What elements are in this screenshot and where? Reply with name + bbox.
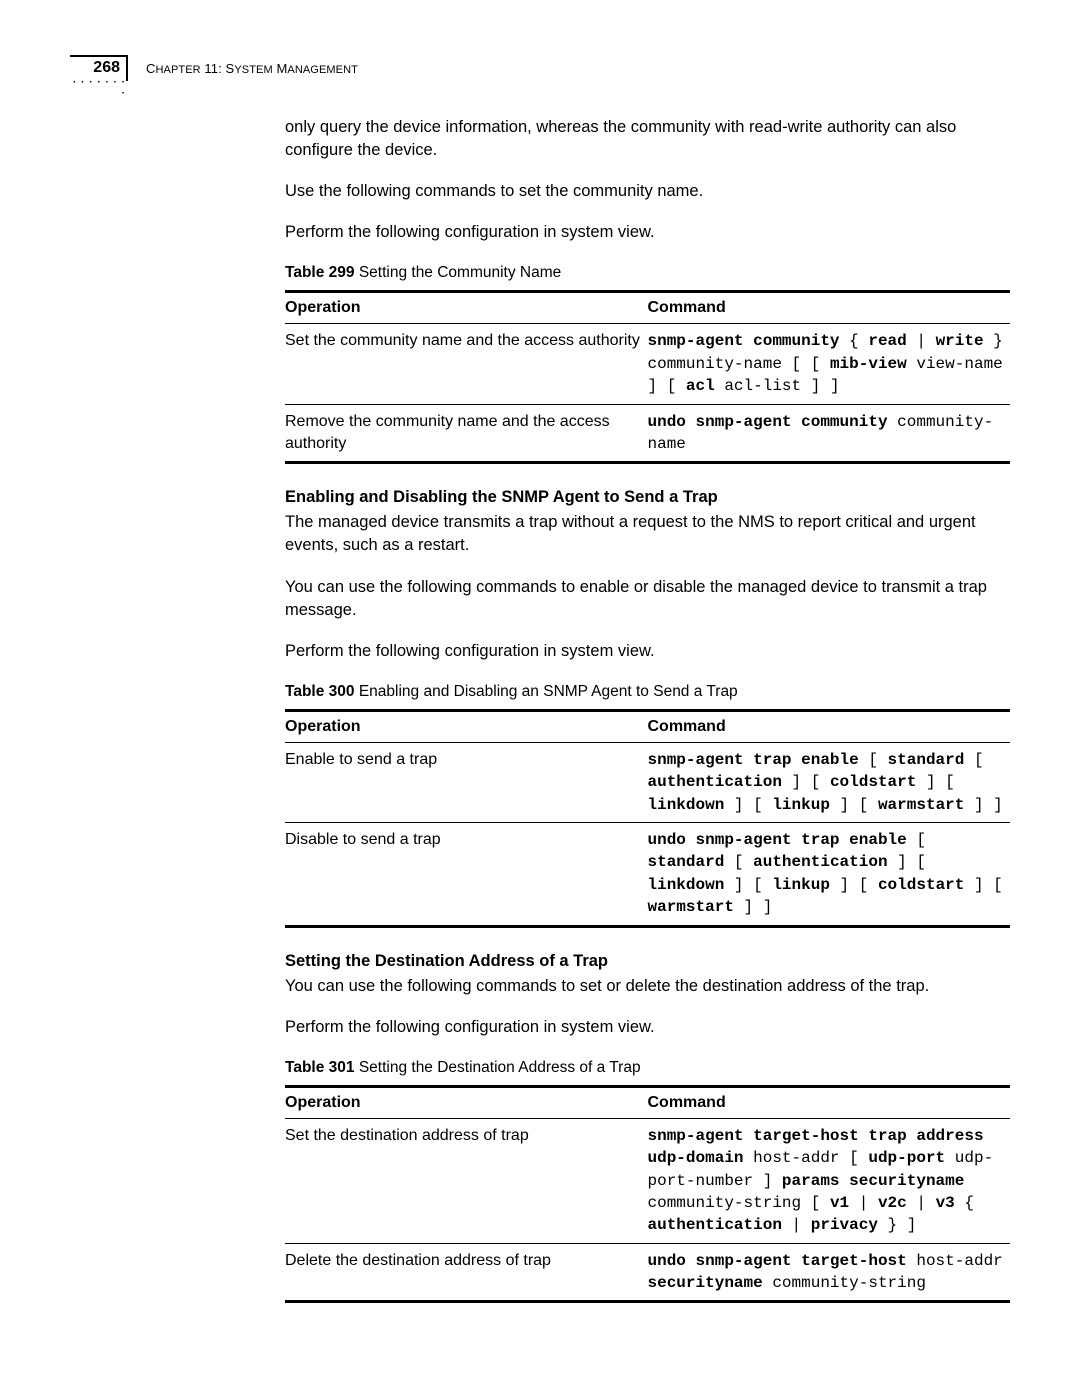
table-299: Operation Command Set the community name… [285, 290, 1010, 464]
section2-p2: You can use the following commands to en… [285, 576, 1010, 622]
table-row: Enable to send a trapsnmp-agent trap ena… [285, 742, 1010, 822]
section2-p3: Perform the following configuration in s… [285, 640, 1010, 663]
table-row: Set the community name and the access au… [285, 324, 1010, 404]
table-cell-command: undo snmp-agent trap enable [ standard [… [648, 822, 1011, 926]
page-header: 268 · · · · · · · · CHAPTER 11: SYSTEM M… [70, 55, 1010, 81]
table-301-body: Set the destination address of trapsnmp-… [285, 1118, 1010, 1302]
table-301-caption: Table 301 Setting the Destination Addres… [285, 1059, 1010, 1077]
table-301-col-command: Command [648, 1086, 1011, 1118]
dots-decoration: · · · · · · · · [66, 77, 126, 99]
table-cell-operation: Set the community name and the access au… [285, 324, 648, 404]
section3-p1: You can use the following commands to se… [285, 975, 1010, 998]
table-cell-command: undo snmp-agent community community-name [648, 404, 1011, 463]
table-cell-operation: Enable to send a trap [285, 742, 648, 822]
section2-p1: The managed device transmits a trap with… [285, 511, 1010, 557]
intro-p1: only query the device information, where… [285, 116, 1010, 162]
section3-p2: Perform the following configuration in s… [285, 1016, 1010, 1039]
table-301-col-operation: Operation [285, 1086, 648, 1118]
page-number-value: 268 [93, 59, 120, 76]
table-row: Delete the destination address of trapun… [285, 1243, 1010, 1302]
table-301: Operation Command Set the destination ad… [285, 1085, 1010, 1304]
table-row: Disable to send a trapundo snmp-agent tr… [285, 822, 1010, 926]
table-row: Remove the community name and the access… [285, 404, 1010, 463]
table-cell-operation: Disable to send a trap [285, 822, 648, 926]
table-cell-operation: Delete the destination address of trap [285, 1243, 648, 1302]
table-299-caption: Table 299 Setting the Community Name [285, 264, 1010, 282]
table-300-body: Enable to send a trapsnmp-agent trap ena… [285, 742, 1010, 926]
table-299-col-operation: Operation [285, 292, 648, 324]
table-300: Operation Command Enable to send a traps… [285, 709, 1010, 928]
table-cell-command: undo snmp-agent target-host host-addr se… [648, 1243, 1011, 1302]
table-cell-operation: Remove the community name and the access… [285, 404, 648, 463]
table-299-body: Set the community name and the access au… [285, 324, 1010, 463]
table-row: Set the destination address of trapsnmp-… [285, 1118, 1010, 1243]
section2-heading: Enabling and Disabling the SNMP Agent to… [285, 488, 1010, 507]
intro-p2: Use the following commands to set the co… [285, 180, 1010, 203]
section3-heading: Setting the Destination Address of a Tra… [285, 952, 1010, 971]
main-content: only query the device information, where… [285, 116, 1010, 1303]
page-number: 268 · · · · · · · · [70, 55, 128, 81]
table-cell-command: snmp-agent target-host trap address udp-… [648, 1118, 1011, 1243]
chapter-title: CHAPTER 11: SYSTEM MANAGEMENT [146, 61, 358, 76]
table-299-col-command: Command [648, 292, 1011, 324]
table-cell-command: snmp-agent community { read | write } co… [648, 324, 1011, 404]
table-cell-operation: Set the destination address of trap [285, 1118, 648, 1243]
table-300-col-command: Command [648, 710, 1011, 742]
table-300-caption: Table 300 Enabling and Disabling an SNMP… [285, 683, 1010, 701]
intro-p3: Perform the following configuration in s… [285, 221, 1010, 244]
table-300-col-operation: Operation [285, 710, 648, 742]
table-cell-command: snmp-agent trap enable [ standard [ auth… [648, 742, 1011, 822]
